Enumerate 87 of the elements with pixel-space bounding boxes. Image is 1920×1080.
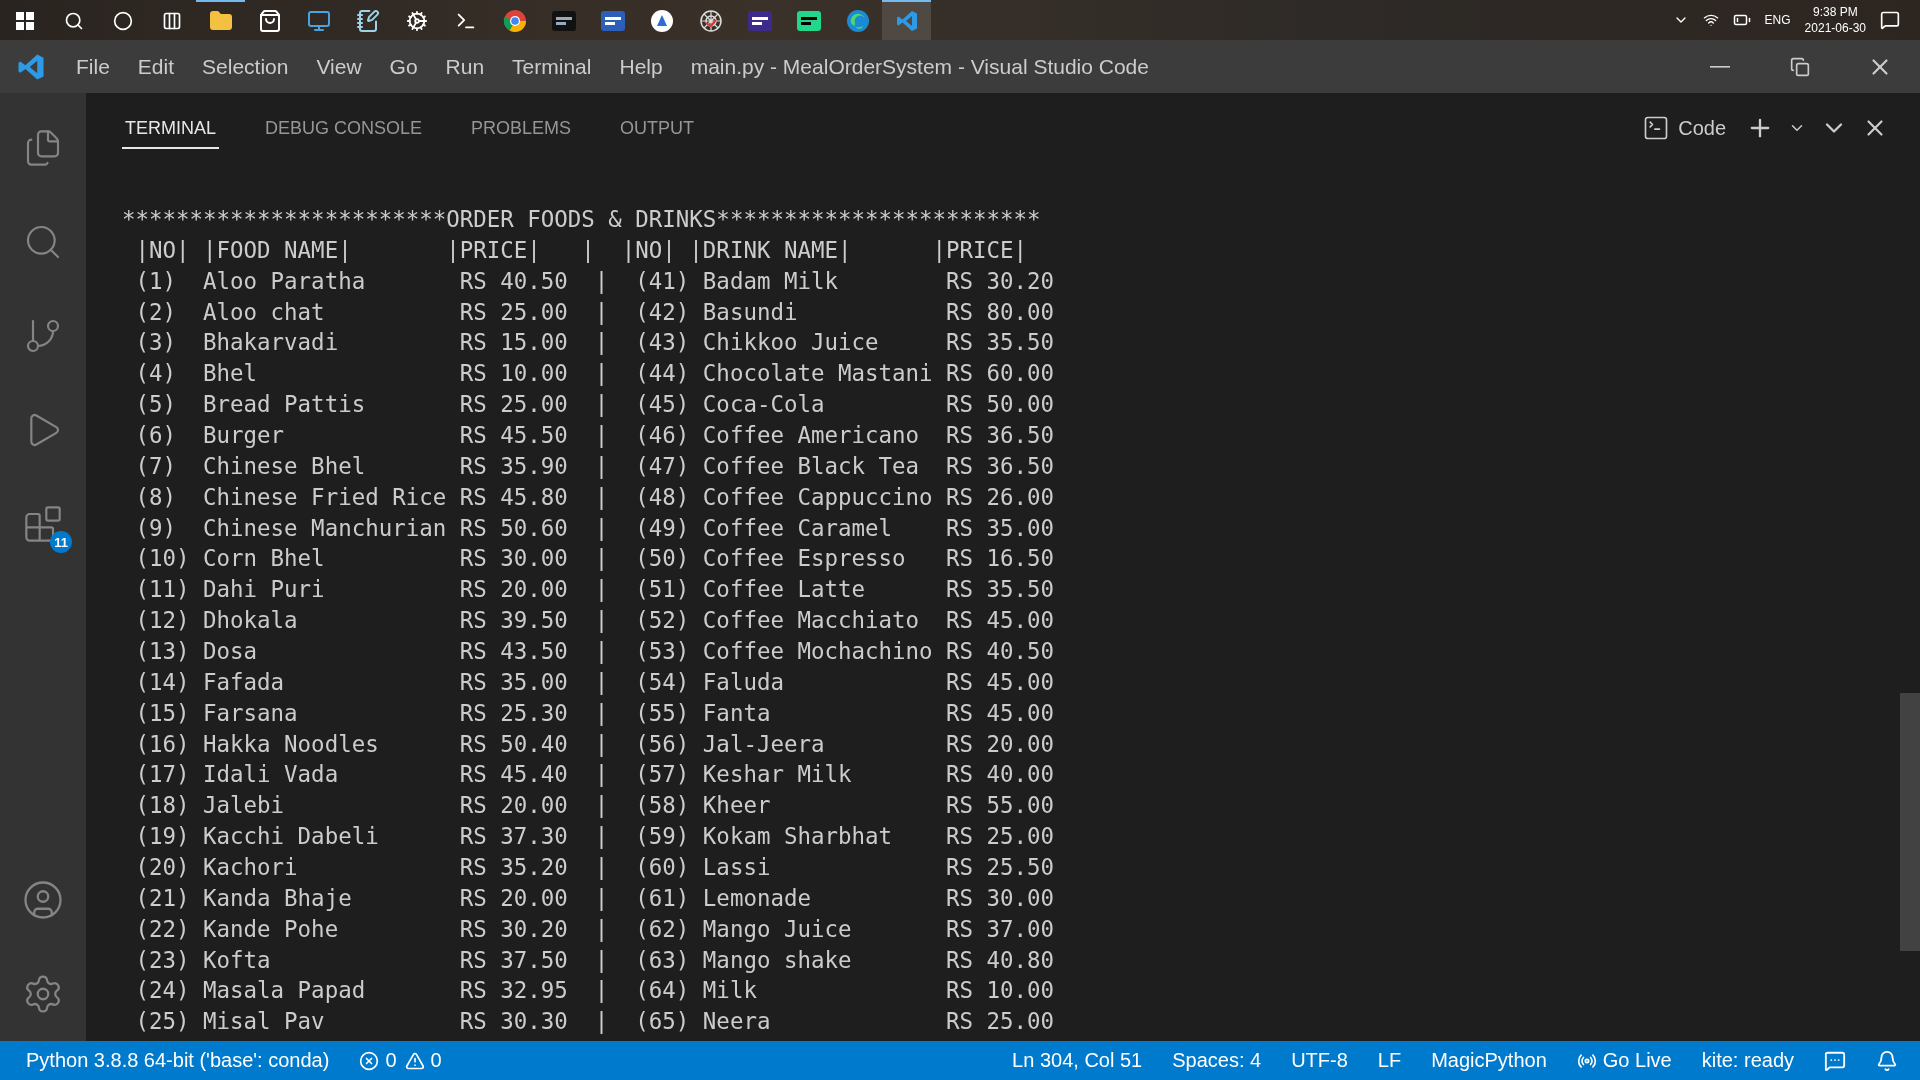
document-app-icon[interactable]	[599, 8, 626, 34]
extensions-button[interactable]: 11	[0, 477, 86, 571]
menu-item[interactable]: Selection	[188, 54, 303, 79]
warning-count: 0	[430, 1049, 442, 1072]
terminal-line: (7) Chinese Bhel RS 35.90 | (47) Coffee Black Tea RS 36.50	[134, 451, 1056, 481]
menu-item[interactable]: File	[62, 54, 124, 79]
code-editor-icon[interactable]	[746, 8, 773, 34]
terminal-line: (18) Jalebi RS 20.00 | (58) Kheer RS 55.00	[134, 791, 1056, 821]
indentation-status[interactable]: Spaces: 4	[1172, 1049, 1262, 1072]
minimize-icon	[1710, 65, 1730, 68]
terminal-line: (13) Dosa RS 43.50 | (53) Coffee Mochachino RS 40.50	[134, 637, 1056, 667]
panel-tab[interactable]: OUTPUT	[617, 107, 698, 149]
terminal-line: |NO| |FOOD NAME| |PRICE| | |NO| |DRINK NAME| |PRICE|	[134, 235, 1029, 265]
terminal-line: ************************ORDER FOODS & DRINKS************************	[122, 205, 1042, 234]
terminal-line: (6) Burger RS 45.50 | (46) Coffee Americano RS 36.50	[134, 421, 1056, 450]
terminal-line: (9) Chinese Manchurian RS 50.60 | (49) Coffee Caramel RS 35.00	[134, 513, 1056, 543]
gear-icon[interactable]	[405, 10, 428, 32]
terminal-selector[interactable]: Code	[1636, 113, 1732, 143]
feedback-icon[interactable]	[1824, 1049, 1846, 1072]
menu-item[interactable]: Help	[605, 54, 677, 79]
folder-icon[interactable]	[208, 9, 233, 33]
terminal-line: (15) Farsana RS 25.30 | (55) Fanta RS 45.00	[134, 698, 1056, 728]
terminal-line: (8) Chinese Fried Rice RS 45.80 | (48) Coffee Cappuccino RS 26.00	[134, 482, 1056, 512]
windows-logo-icon[interactable]	[15, 12, 34, 30]
terminal-line: (12) Dhokala RS 39.50 | (52) Coffee Macchiato RS 45.00	[134, 606, 1056, 636]
terminal-line: (5) Bread Pattis RS 25.00 | (45) Coca-Cola RS 50.00	[134, 390, 1056, 420]
terminal-line: (22) Kande Pohe RS 30.20 | (62) Mango Juice RS 37.00	[134, 914, 1056, 944]
terminal-line: (14) Fafada RS 35.00 | (54) Faluda RS 45.00	[134, 667, 1056, 697]
terminal-line: (19) Kacchi Dabeli RS 37.30 | (59) Kokam Sharbhat RS 25.00	[134, 822, 1056, 852]
menu-item[interactable]: Terminal	[498, 54, 606, 79]
language-indicator[interactable]: ENG	[1764, 13, 1791, 27]
python-ide-icon[interactable]	[795, 8, 822, 34]
eol-status[interactable]: LF	[1377, 1049, 1402, 1072]
panel-tab[interactable]: DEBUG CONSOLE	[262, 107, 426, 149]
restore-icon	[1790, 56, 1810, 77]
clock-time[interactable]: 9:38 PM	[1812, 5, 1858, 19]
scrollbar-thumb[interactable]	[1900, 693, 1920, 951]
warning-icon	[404, 1050, 425, 1071]
interpreter-status[interactable]: Python 3.8.8 64-bit ('base': conda)	[26, 1049, 330, 1072]
terminal-line: (1) Aloo Paratha RS 40.50 | (41) Badam Milk RS 30.20	[134, 266, 1056, 296]
panel-tab[interactable]: TERMINAL	[122, 107, 219, 149]
go-live-label: Go Live	[1602, 1049, 1672, 1072]
menu-item[interactable]: Run	[431, 54, 499, 79]
spider-web-icon[interactable]	[698, 9, 723, 33]
vscode-logo-icon	[894, 9, 919, 33]
terminal-line: (3) Bhakarvadi RS 15.00 | (43) Chikkoo Juice RS 35.50	[134, 328, 1056, 358]
menu-item[interactable]: View	[302, 54, 376, 79]
terminal-line: (10) Corn Bhel RS 30.00 | (50) Coffee Espresso RS 16.50	[134, 544, 1056, 574]
extensions-badge: 11	[50, 531, 72, 553]
task-view-icon[interactable]	[161, 11, 182, 31]
terminal-line: (20) Kachori RS 35.20 | (60) Lassi RS 25.50	[134, 853, 1056, 883]
cursor-position[interactable]: Ln 304, Col 51	[1012, 1049, 1143, 1072]
round-browser-icon[interactable]	[502, 9, 527, 33]
notification-icon[interactable]	[1880, 10, 1900, 30]
bell-icon[interactable]	[1876, 1049, 1898, 1072]
notepad-icon[interactable]	[355, 9, 380, 33]
wifi-icon[interactable]	[1702, 12, 1719, 28]
search-icon[interactable]	[63, 11, 84, 31]
panel-tab[interactable]: PROBLEMS	[468, 107, 575, 149]
language-status[interactable]: MagicPython	[1431, 1049, 1547, 1072]
terminal-line: (23) Kofta RS 37.50 | (63) Mango shake RS 40.80	[134, 945, 1056, 975]
go-live-button[interactable]: Go Live	[1576, 1049, 1672, 1072]
encoding-status[interactable]: UTF-8	[1291, 1049, 1348, 1072]
round-app-icon[interactable]	[649, 9, 674, 33]
computer-icon[interactable]	[306, 9, 331, 33]
kite-status[interactable]: kite: ready	[1701, 1049, 1794, 1072]
terminal-line: (4) Bhel RS 10.00 | (44) Chocolate Mastani RS 60.00	[134, 359, 1056, 389]
warnings-status[interactable]: 0	[404, 1049, 442, 1072]
window-title: main.py - MealOrderSystem - Visual Studio Code	[690, 54, 1149, 79]
terminal-line: (2) Aloo chat RS 25.00 | (42) Basundi RS 80.00	[134, 297, 1056, 327]
menu-item[interactable]: Edit	[123, 54, 189, 79]
terminal-line: (11) Dahi Puri RS 20.00 | (51) Coffee Latte RS 35.50	[134, 575, 1056, 605]
database-console-icon[interactable]	[550, 8, 577, 34]
terminal-line: (25) Misal Pav RS 30.30 | (65) Neera RS 25.00	[134, 1007, 1056, 1037]
terminal-line: (17) Idali Vada RS 45.40 | (57) Keshar Milk RS 40.00	[134, 760, 1056, 790]
menu-item[interactable]: Go	[375, 54, 432, 79]
terminal-line: (24) Masala Papad RS 32.95 | (64) Milk RS 10.00	[134, 976, 1056, 1006]
errors-status[interactable]: 0	[359, 1049, 397, 1072]
clock-date[interactable]: 2021-06-30	[1804, 21, 1866, 35]
shopping-bag-icon[interactable]	[257, 9, 282, 33]
user-icon	[22, 879, 64, 921]
terminal-line: (21) Kanda Bhaje RS 20.00 | (61) Lemonade RS 30.00	[134, 883, 1056, 913]
wave-browser-icon[interactable]	[845, 9, 870, 33]
error-icon	[359, 1050, 380, 1071]
error-count: 0	[385, 1049, 397, 1072]
terminal-line: (16) Hakka Noodles RS 50.40 | (56) Jal-Jeera RS 20.00	[134, 729, 1056, 759]
circle-icon[interactable]	[112, 11, 133, 31]
